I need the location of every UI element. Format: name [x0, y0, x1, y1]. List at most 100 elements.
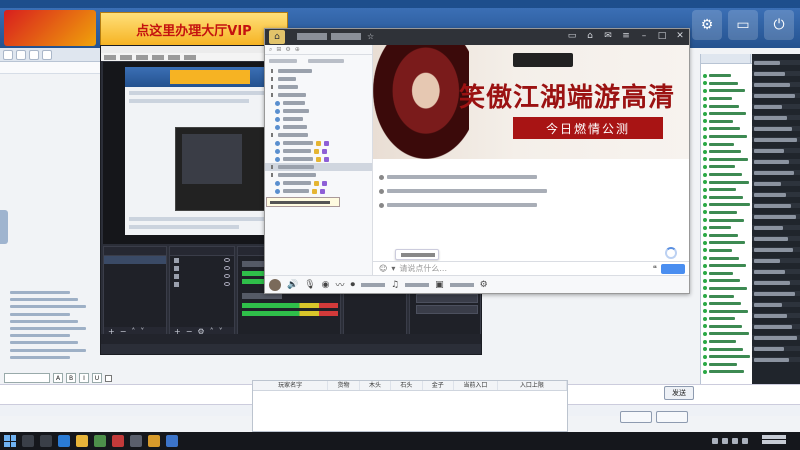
- visibility-eye-icon[interactable]: [224, 274, 230, 278]
- player-item[interactable]: [701, 361, 753, 369]
- player-item[interactable]: [701, 186, 753, 194]
- channel-row[interactable]: [265, 123, 372, 131]
- player-item[interactable]: [701, 300, 753, 308]
- channel-row[interactable]: [265, 187, 372, 195]
- search-icon[interactable]: ⌕: [269, 46, 272, 54]
- grid-icon[interactable]: ⊞: [276, 46, 281, 53]
- obs-menu-item[interactable]: [184, 54, 196, 60]
- volume-icon[interactable]: [732, 438, 738, 444]
- obs-menu-item[interactable]: [120, 54, 132, 60]
- hall-bottom-button[interactable]: [620, 411, 652, 423]
- channel-expand-icon[interactable]: [271, 133, 275, 137]
- channel-row[interactable]: [265, 83, 372, 91]
- player-item[interactable]: [701, 254, 753, 262]
- player-item[interactable]: [701, 72, 753, 80]
- player-item[interactable]: [701, 368, 753, 376]
- player-item[interactable]: [701, 125, 753, 133]
- player-item[interactable]: [701, 323, 753, 331]
- channel-row[interactable]: [265, 163, 372, 171]
- record-icon[interactable]: ▭: [567, 31, 577, 41]
- chat-send-button[interactable]: [661, 263, 685, 274]
- player-item[interactable]: [701, 231, 753, 239]
- player-item[interactable]: [701, 156, 753, 164]
- player-item[interactable]: [701, 87, 753, 95]
- add-icon[interactable]: ⊕: [295, 46, 300, 53]
- gift-icon[interactable]: ✉: [603, 31, 613, 41]
- speaker-icon[interactable]: 🔊: [287, 280, 298, 290]
- player-item[interactable]: [701, 194, 753, 202]
- obs-menu-item[interactable]: [104, 54, 116, 60]
- channel-row[interactable]: [265, 91, 372, 99]
- player-item[interactable]: [701, 171, 753, 179]
- home-icon[interactable]: ⌂: [585, 31, 595, 41]
- toolbar-button[interactable]: [16, 49, 26, 60]
- vip-banner-link[interactable]: 点这里办理大厅VIP: [100, 12, 288, 46]
- player-item[interactable]: [701, 285, 753, 293]
- channel-row[interactable]: [265, 139, 372, 147]
- maximize-icon[interactable]: □: [657, 31, 667, 41]
- player-item[interactable]: [701, 102, 753, 110]
- obs-app-icon[interactable]: [130, 435, 142, 447]
- mixer-volume-slider[interactable]: [242, 311, 338, 316]
- player-item[interactable]: [701, 80, 753, 88]
- player-item[interactable]: [701, 315, 753, 323]
- game-hall-app-icon[interactable]: [148, 435, 160, 447]
- obs-menu-item[interactable]: [136, 54, 148, 60]
- chat-target-select[interactable]: [4, 373, 50, 383]
- tray-icon[interactable]: [712, 438, 718, 444]
- chat-option-checkbox[interactable]: [105, 374, 112, 382]
- source-item[interactable]: [170, 264, 234, 272]
- input-method-icon[interactable]: [742, 438, 748, 444]
- channel-row[interactable]: [265, 99, 372, 107]
- user-avatar[interactable]: [269, 278, 281, 291]
- player-item[interactable]: [701, 330, 753, 338]
- favorite-star-icon[interactable]: ☆: [367, 32, 374, 41]
- results-column-header[interactable]: 金子: [423, 381, 454, 390]
- results-column-header[interactable]: 入口上限: [498, 381, 567, 390]
- player-tab[interactable]: [701, 54, 751, 63]
- app-icon[interactable]: [112, 435, 124, 447]
- visibility-eye-icon[interactable]: [224, 258, 230, 262]
- side-drawer-tab[interactable]: [0, 210, 8, 244]
- player-item[interactable]: [701, 338, 753, 346]
- player-item[interactable]: [701, 201, 753, 209]
- settings-button[interactable]: [416, 294, 478, 303]
- player-item[interactable]: [701, 148, 753, 156]
- channel-expand-icon[interactable]: [271, 77, 275, 81]
- app-icon[interactable]: [94, 435, 106, 447]
- player-item[interactable]: [701, 247, 753, 255]
- music-icon[interactable]: ♫: [391, 280, 399, 290]
- task-view-icon[interactable]: [40, 435, 52, 447]
- player-item[interactable]: [701, 269, 753, 277]
- underline-icon[interactable]: U: [92, 373, 102, 383]
- windows-start-icon[interactable]: [4, 435, 16, 447]
- visibility-eye-icon[interactable]: [224, 282, 230, 286]
- player-item[interactable]: [701, 209, 753, 217]
- source-item[interactable]: [170, 256, 234, 264]
- home-icon[interactable]: ⌂: [269, 30, 285, 44]
- quote-icon[interactable]: ❝: [653, 264, 657, 273]
- visibility-eye-icon[interactable]: [224, 266, 230, 270]
- wave-icon[interactable]: 〰: [336, 278, 345, 291]
- results-column-header[interactable]: 货物: [328, 381, 360, 390]
- settings-icon[interactable]: ⚙: [480, 280, 488, 290]
- channel-row[interactable]: [265, 179, 372, 187]
- obs-menu-item[interactable]: [152, 54, 164, 60]
- settings-gear-icon[interactable]: ⚙: [692, 10, 722, 40]
- results-column-header[interactable]: 木头: [360, 381, 392, 390]
- volume-icon[interactable]: ◉: [322, 280, 330, 290]
- channel-row[interactable]: [265, 155, 372, 163]
- bold-icon[interactable]: B: [66, 373, 76, 383]
- record-icon[interactable]: ⏺: [351, 280, 356, 290]
- channel-expand-icon[interactable]: [271, 85, 275, 89]
- power-exit-icon[interactable]: ⏻: [764, 10, 794, 40]
- channel-row[interactable]: [265, 131, 372, 139]
- chat-input[interactable]: [399, 263, 649, 274]
- minimize-icon[interactable]: –: [639, 31, 649, 41]
- emoji-icon[interactable]: ☺: [379, 264, 387, 273]
- monitor-icon[interactable]: ▣: [435, 280, 444, 290]
- close-icon[interactable]: ✕: [675, 31, 685, 41]
- player-item[interactable]: [701, 353, 753, 361]
- promo-banner[interactable]: 笑傲江湖端游高清 今日燃情公测: [373, 45, 689, 159]
- browser-app-icon[interactable]: [58, 435, 70, 447]
